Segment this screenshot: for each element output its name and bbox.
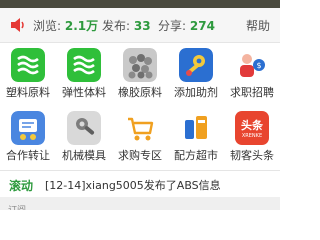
ticker-tag: 滚动 bbox=[9, 179, 34, 193]
job-recruit-icon: $ bbox=[235, 48, 269, 82]
grid-item-label: 求职招聘 bbox=[230, 86, 274, 99]
wrench-gear-icon bbox=[179, 48, 213, 82]
grid-item-plastic-materials[interactable]: 塑料原料 bbox=[0, 44, 56, 104]
grid-item-elastomer-materials[interactable]: 弹性体料 bbox=[56, 44, 112, 104]
help-link[interactable]: 帮助 bbox=[246, 17, 270, 34]
stats-bar: 浏览: 2.1万 发布: 33 分享: 274 帮助 bbox=[0, 8, 280, 42]
views-value: 2.1万 bbox=[64, 19, 99, 33]
green-waves-icon bbox=[67, 48, 101, 82]
stats-divider bbox=[0, 42, 280, 43]
svg-text:$: $ bbox=[256, 61, 261, 70]
grid-item-cooperation-transfer[interactable]: 合作转让 bbox=[0, 107, 56, 167]
grid-item-machinery-molds[interactable]: 机械模具 bbox=[56, 107, 112, 167]
grid-item-label: 韧客头条 bbox=[230, 149, 274, 162]
grid-item-rubber-materials[interactable]: 橡胶原料 bbox=[112, 44, 168, 104]
grid-item-label: 橡胶原料 bbox=[118, 86, 162, 99]
green-waves-icon bbox=[11, 48, 45, 82]
formula-icon bbox=[179, 111, 213, 145]
grid-divider bbox=[0, 170, 280, 171]
shares-label: 分享: bbox=[158, 19, 187, 33]
grid-item-label: 机械模具 bbox=[62, 149, 106, 162]
grid-item-renke-headlines[interactable]: 头条 XRENKE 韧客头条 bbox=[224, 107, 280, 167]
cooperation-icon bbox=[11, 111, 45, 145]
grid-item-label: 弹性体料 bbox=[62, 86, 106, 99]
grid-item-purchase-zone[interactable]: 求购专区 bbox=[112, 107, 168, 167]
speaker-icon bbox=[11, 18, 24, 32]
news-badge-sub: XRENKE bbox=[241, 133, 263, 139]
grid-item-additives[interactable]: 添加助剂 bbox=[168, 44, 224, 104]
grid-item-label: 添加助剂 bbox=[174, 86, 218, 99]
news-ticker[interactable]: 滚动 [12-14]xiang5005发布了ABS信息 bbox=[0, 172, 280, 196]
shopping-cart-icon bbox=[123, 111, 157, 145]
posts-label: 发布: bbox=[102, 19, 131, 33]
posts-value: 33 bbox=[133, 19, 151, 33]
grid-item-job-recruit[interactable]: $ 求职招聘 bbox=[224, 44, 280, 104]
grid-item-label: 合作转让 bbox=[6, 149, 50, 162]
subscribe-label[interactable]: 订阅 bbox=[8, 203, 26, 210]
banner-strip[interactable] bbox=[0, 0, 280, 8]
news-badge-text: 头条 bbox=[241, 119, 263, 132]
machine-mold-icon bbox=[67, 111, 101, 145]
grid-item-label: 塑料原料 bbox=[6, 86, 50, 99]
posts-stat: 发布: 33 bbox=[102, 17, 151, 34]
ticker-text[interactable]: [12-14]xiang5005发布了ABS信息 bbox=[45, 177, 221, 193]
shares-stat: 分享: 274 bbox=[158, 17, 215, 34]
grid-item-formula-market[interactable]: 配方超市 bbox=[168, 107, 224, 167]
news-icon: 头条 XRENKE bbox=[235, 111, 269, 145]
bottom-bar bbox=[0, 197, 280, 210]
views-stat: 浏览: 2.1万 bbox=[33, 17, 98, 34]
rubber-pellets-icon bbox=[123, 48, 157, 82]
views-label: 浏览: bbox=[33, 19, 62, 33]
shares-value: 274 bbox=[189, 19, 215, 33]
app-screen: 浏览: 2.1万 发布: 33 分享: 274 帮助 塑料原料 弹性体料 橡胶原… bbox=[0, 0, 280, 210]
grid-item-label: 求购专区 bbox=[118, 149, 162, 162]
grid-item-label: 配方超市 bbox=[174, 149, 218, 162]
